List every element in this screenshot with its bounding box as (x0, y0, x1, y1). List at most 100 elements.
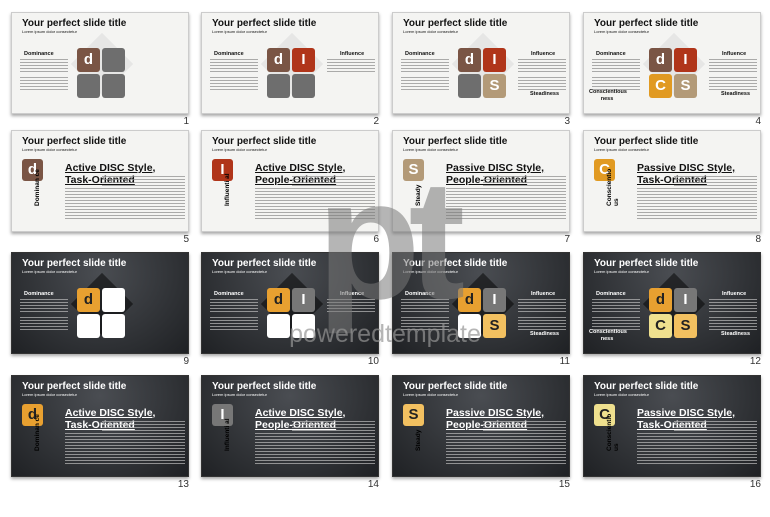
body-text-block (210, 317, 258, 331)
label-dominance: Dominance (596, 51, 626, 57)
slide-thumbnail[interactable]: Your perfect slide title Lorem ipsum dolo… (11, 12, 189, 114)
slide-title: Your perfect slide title (594, 136, 699, 147)
slide-thumbnail[interactable]: Your perfect slide title Lorem ipsum dolo… (11, 252, 189, 354)
body-text-block (483, 176, 566, 186)
slide-thumbnail[interactable]: Your perfect slide title Lorem ipsum dolo… (392, 130, 570, 232)
body-text-block (401, 59, 449, 73)
body-text-block (446, 203, 566, 219)
slide-number: 14 (367, 479, 379, 490)
slide-number: 2 (373, 116, 379, 127)
label-steadiness: Steadiness (721, 331, 751, 337)
disc-tile-d: d (77, 48, 100, 72)
body-text-block (446, 188, 566, 201)
body-text-block (210, 299, 258, 313)
slide-subtitle: Lorem ipsum dolor consectetur (22, 269, 77, 274)
label-influence: Influence (531, 291, 556, 297)
slide-thumbnail[interactable]: Your perfect slide title Lorem ipsum dolo… (11, 130, 189, 232)
body-text-block (709, 77, 757, 91)
body-text-block (327, 299, 375, 313)
label-influence: Influence (531, 51, 556, 57)
slide-thumbnail[interactable]: Your perfect slide title Lorem ipsum dolo… (201, 12, 379, 114)
slide-thumbnail[interactable]: Your perfect slide title Lorem ipsum dolo… (583, 130, 761, 232)
body-text-block (674, 176, 757, 186)
body-text-block (255, 203, 375, 219)
body-text-block (446, 433, 566, 446)
label-dominance: Dominance (405, 291, 435, 297)
slide-thumbnail[interactable]: Your perfect slide title Lorem ipsum dolo… (201, 252, 379, 354)
disc-tile-d: d (649, 48, 672, 72)
disc-tile-i: I (483, 288, 506, 312)
body-text-block (518, 317, 566, 331)
label-influence: Influence (722, 51, 747, 57)
body-text-block (637, 188, 757, 201)
slide-number: 6 (373, 234, 379, 245)
slide-subtitle: Lorem ipsum dolor consectetur (403, 147, 458, 152)
label-influence: Influence (340, 51, 365, 57)
slide-thumbnail[interactable]: Your perfect slide title Lorem ipsum dolo… (583, 12, 761, 114)
disc-tile-d: d (458, 48, 481, 72)
slide-number: 3 (564, 116, 570, 127)
body-text-block (20, 299, 68, 313)
disc-tile-s: S (674, 74, 697, 98)
slide-title: Your perfect slide title (22, 18, 127, 29)
vertical-style-label: Conscientio us (606, 413, 620, 451)
body-text-block (65, 448, 185, 464)
slide-title: Your perfect slide title (403, 18, 508, 29)
slide-subtitle: Lorem ipsum dolor consectetur (594, 147, 649, 152)
label-dominance: Dominance (214, 51, 244, 57)
slide-thumbnail[interactable]: Your perfect slide title Lorem ipsum dolo… (392, 12, 570, 114)
body-text-block (292, 421, 375, 431)
slide-thumbnail[interactable]: Your perfect slide title Lorem ipsum dolo… (201, 130, 379, 232)
body-text-block (709, 299, 757, 313)
body-text-block (327, 59, 375, 73)
disc-tile-s (292, 314, 315, 338)
body-text-block (637, 448, 757, 464)
slide-number: 1 (183, 116, 189, 127)
label-influence: Influence (340, 291, 365, 297)
disc-tile-s (292, 74, 315, 98)
vertical-style-label: Conscientio us (606, 168, 620, 206)
body-text-block (401, 77, 449, 91)
slide-subtitle: Lorem ipsum dolor consectetur (212, 147, 267, 152)
slide-thumbnail[interactable]: Your perfect slide title Lorem ipsum dolo… (392, 375, 570, 477)
slide-thumbnail[interactable]: Your perfect slide title Lorem ipsum dolo… (583, 252, 761, 354)
slide-number: 9 (183, 356, 189, 367)
disc-tile-s: S (483, 74, 506, 98)
slide-subtitle: Lorem ipsum dolor consectetur (403, 392, 458, 397)
slide-thumbnail[interactable]: Your perfect slide title Lorem ipsum dolo… (11, 375, 189, 477)
label-dominance: Dominance (405, 51, 435, 57)
slide-subtitle: Lorem ipsum dolor consectetur (594, 269, 649, 274)
vertical-style-label: Dominan ce (34, 169, 41, 206)
disc-tile-d: d (77, 288, 100, 312)
slide-number: 8 (755, 234, 761, 245)
disc-tile-i: I (292, 48, 315, 72)
disc-tile-i: I (674, 48, 697, 72)
body-text-block (20, 59, 68, 73)
vertical-style-label: Dominan ce (34, 414, 41, 451)
slide-title: Your perfect slide title (403, 136, 508, 147)
slide-number: 5 (183, 234, 189, 245)
slide-thumbnail[interactable]: Your perfect slide title Lorem ipsum dolo… (583, 375, 761, 477)
slide-number: 16 (749, 479, 761, 490)
body-text-block (255, 448, 375, 464)
body-text-block (210, 59, 258, 73)
disc-tile-i: I (483, 48, 506, 72)
body-text-block (65, 188, 185, 201)
slide-subtitle: Lorem ipsum dolor consectetur (403, 29, 458, 34)
slide-thumbnail[interactable]: Your perfect slide title Lorem ipsum dolo… (201, 375, 379, 477)
body-text-block (637, 433, 757, 446)
disc-tile-s (102, 74, 125, 98)
disc-tile-s (102, 314, 125, 338)
slide-thumbnail[interactable]: Your perfect slide title Lorem ipsum dolo… (392, 252, 570, 354)
disc-tile-c (458, 74, 481, 98)
slide-title: Your perfect slide title (403, 381, 508, 392)
slide-number: 4 (755, 116, 761, 127)
body-text-block (102, 421, 185, 431)
disc-tile-d: d (649, 288, 672, 312)
body-text-block (483, 421, 566, 431)
label-conscientiousness: Conscientious ness (589, 89, 627, 102)
slide-subtitle: Lorem ipsum dolor consectetur (403, 269, 458, 274)
slide-title: Your perfect slide title (22, 381, 127, 392)
slide-number: 15 (558, 479, 570, 490)
slide-title: Your perfect slide title (594, 381, 699, 392)
